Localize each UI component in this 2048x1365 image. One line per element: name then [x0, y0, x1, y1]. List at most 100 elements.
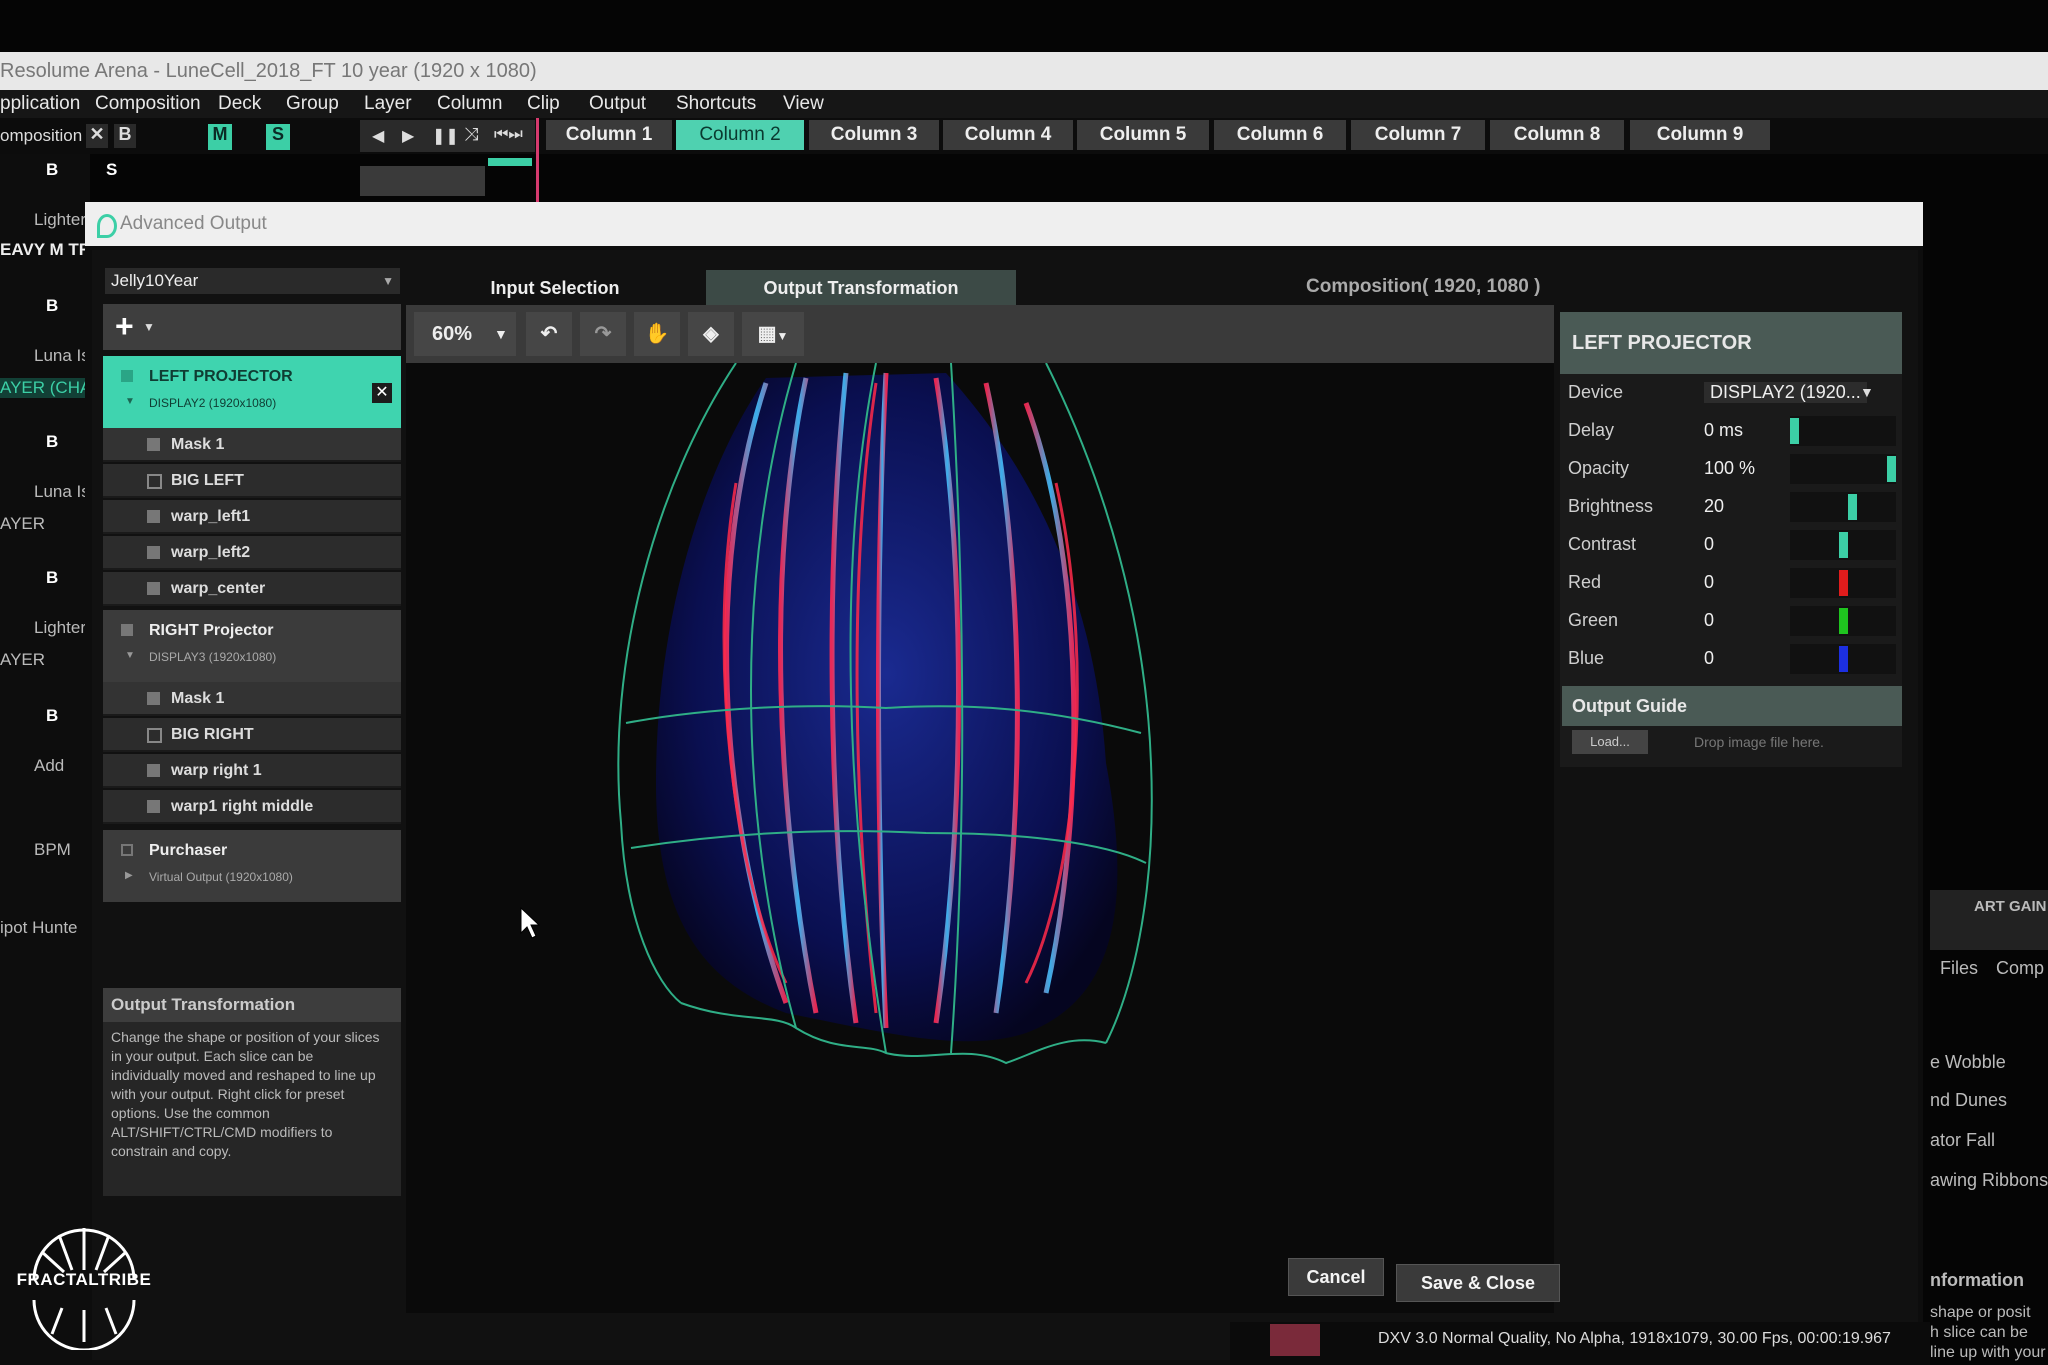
red-slider[interactable]	[1790, 568, 1896, 598]
menu-shortcuts[interactable]: Shortcuts	[676, 93, 756, 115]
menu-group[interactable]: Group	[286, 93, 339, 115]
screen-checkbox[interactable]	[121, 370, 133, 382]
tree-slice-item[interactable]: warp_center	[103, 572, 401, 606]
layer-bypass[interactable]: B	[46, 706, 58, 726]
prop-value[interactable]: 0	[1704, 572, 1714, 593]
tree-slice-item[interactable]: BIG LEFT	[103, 464, 401, 498]
prop-value[interactable]: 20	[1704, 496, 1724, 517]
hand-pan-icon[interactable]: ✋	[634, 312, 680, 356]
slider-knob[interactable]	[1790, 418, 1799, 444]
file-list-item[interactable]: ator Fall	[1930, 1130, 1995, 1151]
tab-output-transformation[interactable]: Output Transformation	[706, 270, 1016, 306]
blue-slider[interactable]	[1790, 644, 1896, 674]
skip-icon[interactable]: ⏮⏭	[494, 126, 523, 144]
prop-row-red[interactable]: Red 0	[1568, 568, 1898, 602]
tree-slice-item[interactable]: warp1 right middle	[103, 790, 401, 824]
screen-checkbox[interactable]	[121, 624, 133, 636]
composition-x-toggle[interactable]: ✕	[86, 124, 108, 148]
grid-snap-icon[interactable]: ▦▼	[742, 312, 804, 356]
opacity-slider[interactable]	[1790, 454, 1896, 484]
prop-value[interactable]: 0	[1704, 648, 1714, 669]
menu-view[interactable]: View	[783, 93, 824, 115]
prev-icon[interactable]: ◀	[372, 126, 384, 146]
tag-tool-icon[interactable]: ◈	[688, 312, 734, 356]
chevron-down-icon[interactable]: ▼	[125, 396, 135, 407]
column-1-button[interactable]: Column 1	[546, 120, 672, 150]
slice-checkbox[interactable]	[147, 474, 162, 489]
device-select[interactable]: DISPLAY2 (1920...	[1704, 382, 1867, 403]
tab-input-selection[interactable]: Input Selection	[470, 270, 640, 306]
loop-controls[interactable]	[360, 166, 485, 196]
column-8-button[interactable]: Column 8	[1490, 120, 1624, 150]
undo-icon[interactable]: ↶	[526, 312, 572, 356]
warp-preview[interactable]	[406, 362, 1554, 1313]
redo-icon[interactable]: ↷	[580, 312, 626, 356]
layer-bypass[interactable]: B	[46, 432, 58, 452]
tree-slice-item[interactable]: warp_left1	[103, 500, 401, 534]
menu-composition[interactable]: Composition	[95, 93, 201, 115]
prop-row-blue[interactable]: Blue 0	[1568, 644, 1898, 678]
prop-row-opacity[interactable]: Opacity 100 %	[1568, 454, 1898, 488]
preset-select[interactable]: Jelly10Year ▼	[105, 268, 400, 294]
column-7-button[interactable]: Column 7	[1351, 120, 1485, 150]
prop-row-contrast[interactable]: Contrast 0	[1568, 530, 1898, 564]
prop-row-device[interactable]: Device DISPLAY2 (1920... ▼	[1568, 378, 1898, 412]
prop-value[interactable]: 100 %	[1704, 458, 1755, 479]
slice-checkbox[interactable]	[147, 582, 160, 595]
menu-column[interactable]: Column	[437, 93, 502, 115]
pause-icon[interactable]: ❚❚	[432, 126, 459, 146]
column-6-button[interactable]: Column 6	[1214, 120, 1346, 150]
prop-row-brightness[interactable]: Brightness 20	[1568, 492, 1898, 526]
tree-slice-item[interactable]: warp_left2	[103, 536, 401, 570]
play-icon[interactable]: ▶	[402, 126, 414, 146]
slice-checkbox[interactable]	[147, 510, 160, 523]
file-list-item[interactable]: e Wobble	[1930, 1052, 2006, 1073]
slice-checkbox[interactable]	[147, 546, 160, 559]
composition-solo-toggle[interactable]: S	[266, 124, 290, 150]
slider-knob[interactable]	[1839, 570, 1848, 596]
contrast-slider[interactable]	[1790, 530, 1896, 560]
slice-checkbox[interactable]	[147, 692, 160, 705]
prop-value[interactable]: 0	[1704, 534, 1714, 555]
file-list-item[interactable]: nd Dunes	[1930, 1090, 2007, 1111]
tree-slice-item[interactable]: Mask 1	[103, 682, 401, 716]
layer-solo[interactable]: S	[106, 160, 117, 180]
composition-bypass-toggle[interactable]: B	[114, 124, 136, 148]
column-4-button[interactable]: Column 4	[943, 120, 1073, 150]
slider-knob[interactable]	[1887, 456, 1896, 482]
load-guide-button[interactable]: Load...	[1572, 730, 1648, 754]
tree-slice-item[interactable]: Mask 1	[103, 428, 401, 462]
column-3-button[interactable]: Column 3	[809, 120, 939, 150]
column-5-button[interactable]: Column 5	[1077, 120, 1209, 150]
slider-knob[interactable]	[1839, 646, 1848, 672]
file-list-item[interactable]: awing Ribbons	[1930, 1170, 2048, 1191]
prop-value[interactable]: 0 ms	[1704, 420, 1743, 441]
tree-screen-right-projector[interactable]: RIGHT Projector ▼ DISPLAY3 (1920x1080)	[103, 610, 401, 682]
menu-application[interactable]: pplication	[0, 93, 80, 115]
tree-screen-purchaser[interactable]: Purchaser ▶ Virtual Output (1920x1080)	[103, 830, 401, 902]
column-2-button[interactable]: Column 2	[676, 120, 804, 150]
tree-slice-item[interactable]: warp right 1	[103, 754, 401, 788]
cancel-button[interactable]: Cancel	[1288, 1258, 1384, 1296]
slice-checkbox[interactable]	[147, 728, 162, 743]
menu-deck[interactable]: Deck	[218, 93, 261, 115]
chevron-down-icon[interactable]: ▼	[125, 650, 135, 661]
output-canvas[interactable]	[406, 362, 1554, 1313]
green-slider[interactable]	[1790, 606, 1896, 636]
prop-row-green[interactable]: Green 0	[1568, 606, 1898, 640]
screen-checkbox[interactable]	[121, 844, 133, 856]
slice-checkbox[interactable]	[147, 800, 160, 813]
tree-screen-left-projector[interactable]: LEFT PROJECTOR ▼ DISPLAY2 (1920x1080)	[103, 356, 401, 428]
chevron-down-icon[interactable]: ▼	[1860, 384, 1874, 400]
slice-checkbox[interactable]	[147, 764, 160, 777]
menu-layer[interactable]: Layer	[364, 93, 412, 115]
slider-knob[interactable]	[1839, 532, 1848, 558]
shuffle-icon[interactable]: ⤨	[464, 124, 478, 145]
close-icon[interactable]: ✕	[372, 383, 392, 403]
slider-knob[interactable]	[1848, 494, 1857, 520]
slider-knob[interactable]	[1839, 608, 1848, 634]
composition-m-toggle[interactable]: M	[208, 124, 232, 150]
chevron-right-icon[interactable]: ▶	[125, 870, 133, 881]
add-icon[interactable]: +	[115, 308, 134, 345]
delay-slider[interactable]	[1790, 416, 1896, 446]
